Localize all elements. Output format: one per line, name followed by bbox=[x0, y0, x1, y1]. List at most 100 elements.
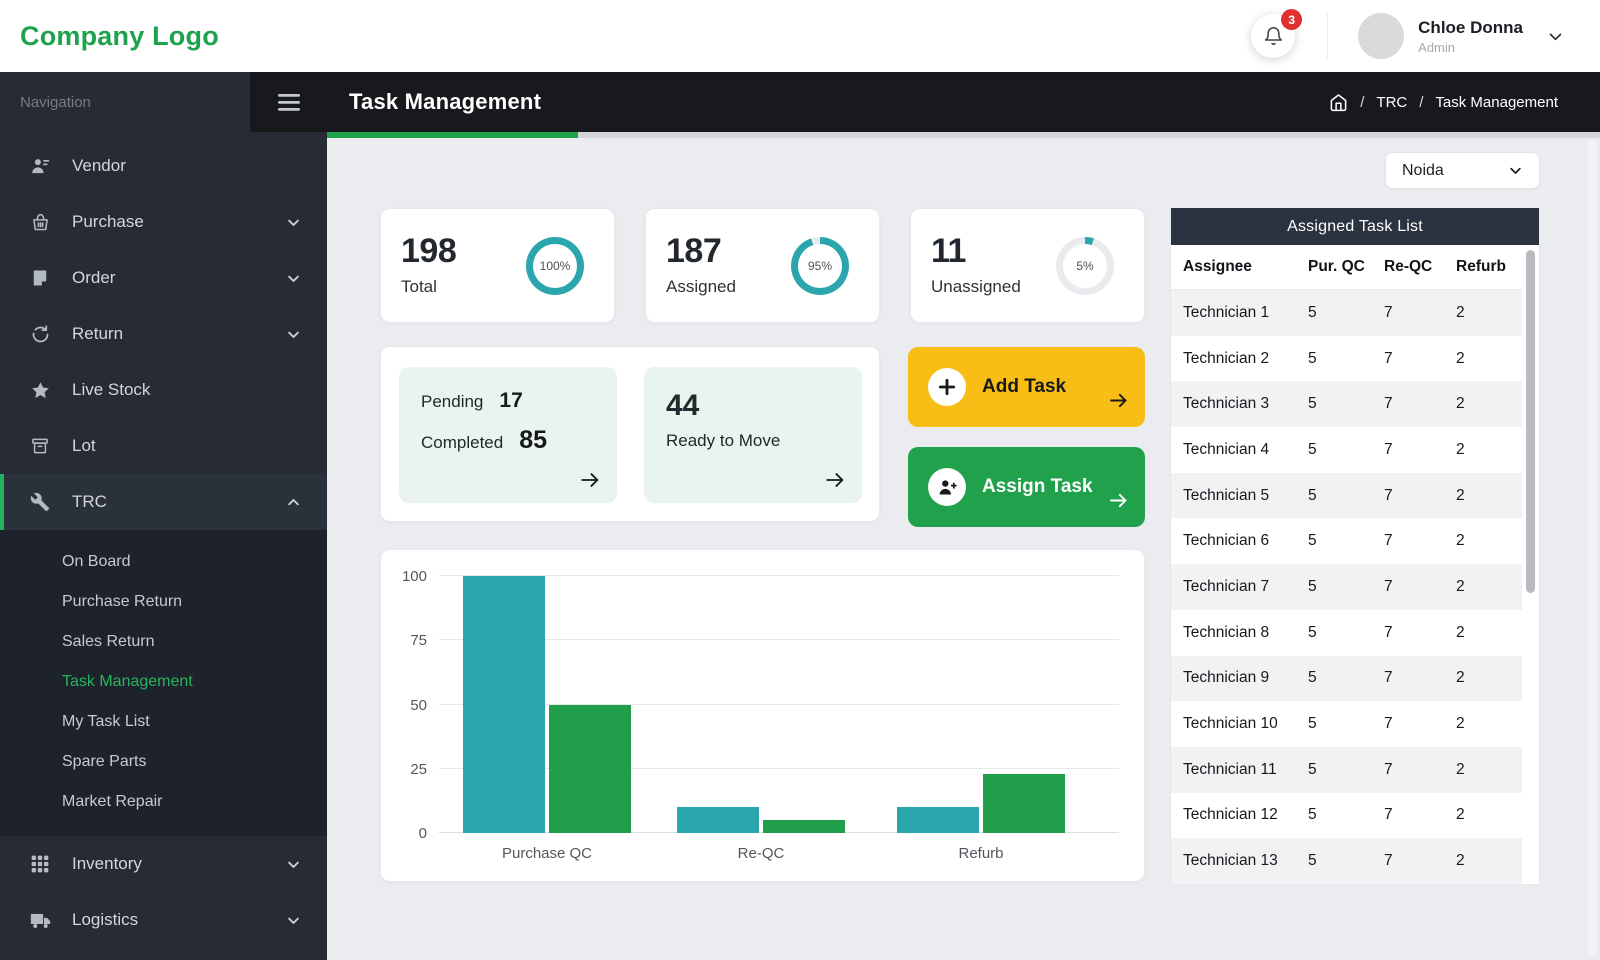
column-header: Re-QC bbox=[1384, 258, 1433, 275]
add-task-button[interactable]: Add Task bbox=[908, 347, 1145, 427]
sidebar-item-trc[interactable]: TRC bbox=[0, 474, 327, 530]
task-count: 7 bbox=[1384, 806, 1393, 824]
bar bbox=[983, 773, 1065, 833]
chevron-down-icon bbox=[286, 913, 301, 928]
y-axis-tick: 100 bbox=[401, 568, 427, 585]
task-count: 7 bbox=[1384, 852, 1393, 870]
table-row[interactable]: Technician 6 5 7 2 bbox=[1171, 518, 1522, 564]
pending-completed-card[interactable]: Pending 17 Completed 85 bbox=[399, 367, 617, 503]
x-axis-label: Refurb bbox=[958, 845, 1004, 862]
table-row[interactable]: Technician 8 5 7 2 bbox=[1171, 610, 1522, 656]
top-header: Company Logo 3 Chloe Donna Admin bbox=[0, 0, 1600, 72]
page-scrollbar[interactable] bbox=[1588, 140, 1597, 955]
table-row[interactable]: Technician 1 5 7 2 bbox=[1171, 290, 1522, 336]
breadcrumb-trc[interactable]: TRC bbox=[1376, 94, 1407, 111]
table-row[interactable]: Technician 7 5 7 2 bbox=[1171, 564, 1522, 610]
table-body: Technician 1 5 7 2 Technician 2 5 7 2 Technician… bbox=[1171, 290, 1522, 884]
sidebar-subitem-my-task-list[interactable]: My Task List bbox=[0, 702, 327, 742]
sidebar-item-label: Vendor bbox=[72, 156, 126, 175]
sidebar-subitem-purchase-return[interactable]: Purchase Return bbox=[0, 582, 327, 622]
table-row[interactable]: Technician 12 5 7 2 bbox=[1171, 793, 1522, 839]
hamburger-button[interactable] bbox=[250, 72, 327, 132]
progress-ring: 95% bbox=[791, 236, 849, 295]
stat-value: 187 bbox=[666, 231, 722, 270]
assign-task-button[interactable]: Assign Task bbox=[908, 447, 1145, 527]
sidebar-subitem-on-board[interactable]: On Board bbox=[0, 542, 327, 582]
breadcrumb-separator: / bbox=[1360, 93, 1365, 111]
sidebar-heading-strip: Navigation bbox=[0, 72, 327, 132]
assignee-name: Technician 8 bbox=[1183, 623, 1270, 641]
table-header-row: Assignee Pur. QC Re-QC Refurb bbox=[1171, 245, 1522, 290]
chevron-down-icon bbox=[1547, 28, 1564, 45]
progress-ring-label: 5% bbox=[1076, 258, 1094, 273]
task-count: 2 bbox=[1456, 395, 1465, 413]
table-scrollbar[interactable] bbox=[1526, 250, 1535, 593]
task-count: 2 bbox=[1456, 440, 1465, 458]
sidebar-subitem-spare-parts[interactable]: Spare Parts bbox=[0, 742, 327, 782]
task-count: 2 bbox=[1456, 806, 1465, 824]
bar bbox=[549, 704, 631, 833]
user-menu[interactable]: Chloe Donna Admin bbox=[1358, 13, 1564, 59]
task-count: 5 bbox=[1308, 806, 1317, 824]
task-count: 2 bbox=[1456, 852, 1465, 870]
ready-to-move-card[interactable]: 44 Ready to Move bbox=[644, 367, 862, 503]
trc-submenu: On Board Purchase Return Sales Return Task … bbox=[0, 530, 327, 836]
avatar bbox=[1358, 13, 1405, 59]
assignee-name: Technician 10 bbox=[1183, 715, 1278, 733]
table-row[interactable]: Technician 13 5 7 2 bbox=[1171, 838, 1522, 884]
sidebar-item-vendor[interactable]: Vendor bbox=[0, 138, 327, 194]
assignee-name: Technician 12 bbox=[1183, 806, 1278, 824]
sidebar-item-return[interactable]: Return bbox=[0, 306, 327, 362]
sidebar-subitem-sales-return[interactable]: Sales Return bbox=[0, 622, 327, 662]
location-select[interactable]: Noida bbox=[1385, 152, 1540, 189]
table-row[interactable]: Technician 2 5 7 2 bbox=[1171, 336, 1522, 382]
y-axis-tick: 25 bbox=[410, 760, 427, 778]
stat-card-text: 11 Unassigned bbox=[931, 233, 1021, 298]
bar-group-refurb bbox=[897, 773, 1065, 833]
ready-value: 44 bbox=[666, 389, 700, 422]
stat-card-unassigned: 11 Unassigned 5% bbox=[910, 208, 1145, 323]
sidebar-item-inventory[interactable]: Inventory bbox=[0, 836, 327, 892]
completed-row: Completed 85 bbox=[421, 426, 617, 455]
stat-label: Total bbox=[401, 277, 437, 297]
sidebar-item-lot[interactable]: Lot bbox=[0, 418, 327, 474]
bar bbox=[677, 807, 759, 833]
task-count: 7 bbox=[1384, 303, 1393, 321]
table-row[interactable]: Technician 5 5 7 2 bbox=[1171, 472, 1522, 519]
chevron-down-icon bbox=[286, 857, 301, 872]
home-icon[interactable] bbox=[1329, 93, 1348, 112]
sidebar-item-purchase[interactable]: Purchase bbox=[0, 194, 327, 250]
table-row[interactable]: Technician 10 5 7 2 bbox=[1171, 701, 1522, 747]
column-header: Pur. QC bbox=[1308, 258, 1365, 275]
assignee-name: Technician 11 bbox=[1183, 760, 1277, 778]
table-row[interactable]: Technician 11 5 7 2 bbox=[1171, 746, 1522, 793]
notifications-button[interactable]: 3 bbox=[1251, 9, 1303, 58]
table-row[interactable]: Technician 4 5 7 2 bbox=[1171, 427, 1522, 473]
sidebar-subitem-market-repair[interactable]: Market Repair bbox=[0, 782, 327, 822]
arrow-right-icon bbox=[1108, 390, 1129, 411]
sidebar-heading: Navigation bbox=[20, 93, 91, 111]
basket-icon bbox=[30, 212, 52, 233]
task-count: 5 bbox=[1308, 303, 1317, 321]
wrench-icon bbox=[30, 492, 52, 512]
task-count: 5 bbox=[1308, 440, 1317, 458]
sidebar-item-label: Return bbox=[72, 324, 124, 343]
arrow-right-icon[interactable] bbox=[824, 469, 846, 491]
chevron-up-icon bbox=[286, 495, 301, 510]
table-row[interactable]: Technician 3 5 7 2 bbox=[1171, 381, 1522, 428]
sidebar-subitem-task-management[interactable]: Task Management bbox=[0, 662, 327, 702]
sidebar-item-live-stock[interactable]: Live Stock bbox=[0, 362, 327, 418]
task-count: 7 bbox=[1384, 623, 1393, 641]
hamburger-icon bbox=[277, 93, 300, 111]
bar-group-re-qc bbox=[677, 807, 845, 833]
chart-plot: 0 25 50 75 100 Purchase QC Re-QC Refurb bbox=[381, 568, 1144, 862]
y-axis-tick: 0 bbox=[418, 825, 427, 842]
person-add-icon bbox=[928, 468, 966, 506]
truck-icon bbox=[30, 910, 52, 931]
table-row[interactable]: Technician 9 5 7 2 bbox=[1171, 655, 1522, 702]
sidebar-item-logistics[interactable]: Logistics bbox=[0, 892, 327, 948]
notification-badge: 3 bbox=[1281, 9, 1303, 30]
arrow-right-icon[interactable] bbox=[579, 469, 601, 491]
bar bbox=[463, 576, 545, 833]
sidebar-item-order[interactable]: Order bbox=[0, 250, 327, 306]
